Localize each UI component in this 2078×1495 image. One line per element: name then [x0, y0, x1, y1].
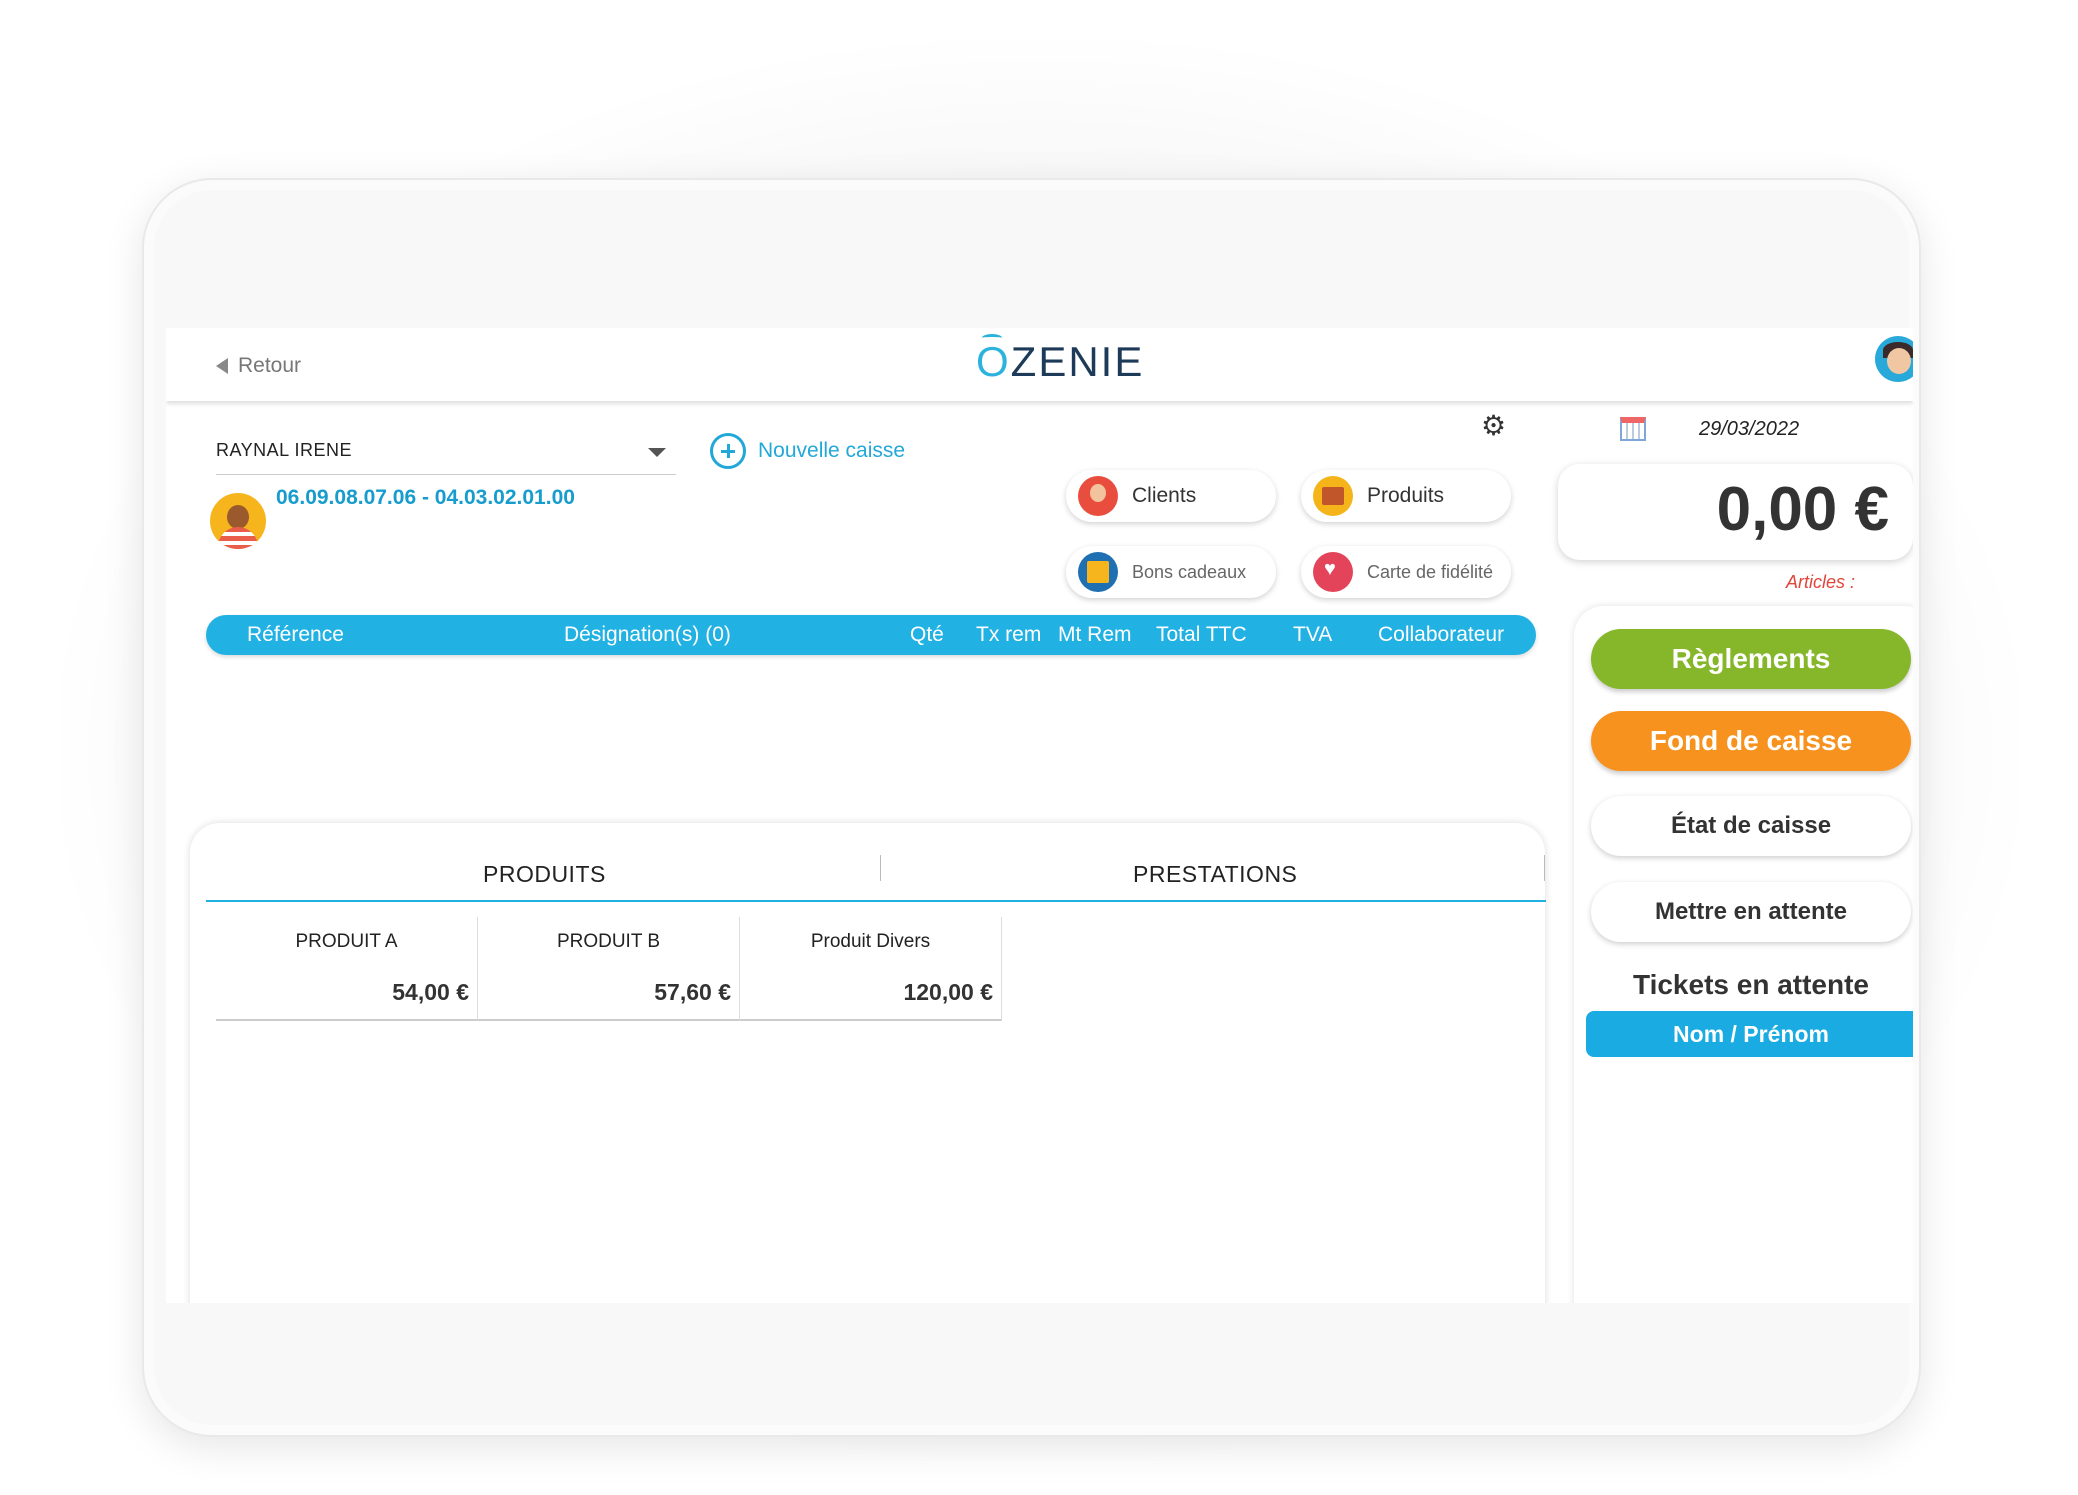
bons-cadeaux-button[interactable]: Bons cadeaux [1066, 546, 1276, 598]
col-total-ttc: Total TTC [1156, 623, 1247, 646]
app-screen: Retour OZENIE RAYNAL IRENE 06.09.08.07.0… [166, 328, 1913, 1303]
product-card[interactable]: Produit Divers 120,00 € [740, 917, 1002, 1021]
col-tva: TVA [1293, 623, 1333, 646]
avatar-face [1887, 348, 1911, 374]
col-qte: Qté [910, 623, 944, 646]
tab-divider [1544, 855, 1545, 881]
etat-de-caisse-button[interactable]: État de caisse [1591, 796, 1911, 856]
nouvelle-caisse-button[interactable]: Nouvelle caisse [710, 433, 905, 469]
client-avatar [210, 493, 266, 549]
carte-fidelite-label: Carte de fidélité [1367, 561, 1494, 582]
product-price: 57,60 € [654, 979, 731, 1005]
col-designation: Désignation(s) (0) [564, 623, 731, 646]
tab-underline [206, 900, 1546, 902]
bons-cadeaux-icon [1078, 552, 1118, 592]
product-name: Produit Divers [810, 931, 931, 952]
gear-icon[interactable]: ⚙ [1481, 412, 1506, 440]
product-price: 120,00 € [903, 979, 993, 1005]
articles-count: Articles : [1786, 572, 1856, 592]
bons-cadeaux-label: Bons cadeaux [1132, 561, 1247, 582]
logo-o: O [976, 338, 1011, 385]
fond-de-caisse-button[interactable]: Fond de caisse [1591, 711, 1911, 771]
tab-produits[interactable]: PRODUITS [483, 861, 606, 888]
plus-circle-icon [710, 433, 746, 469]
catalog-panel: PRODUITS PRESTATIONS PRODUIT A 54,00 € P… [190, 823, 1546, 1303]
tab-divider [880, 855, 881, 881]
clients-button[interactable]: Clients [1066, 470, 1276, 522]
user-avatar-icon[interactable] [1875, 336, 1913, 382]
tickets-title: Tickets en attente [1632, 969, 1870, 1000]
logo-text: ZENIE [1010, 338, 1145, 385]
top-bar: Retour OZENIE [166, 328, 1913, 401]
app-logo: OZENIE [976, 338, 1144, 386]
sale-date: 29/03/2022 [1699, 418, 1800, 440]
tab-prestations[interactable]: PRESTATIONS [1133, 861, 1297, 888]
product-card[interactable]: PRODUIT A 54,00 € [216, 917, 478, 1021]
product-name: PRODUIT A [295, 931, 398, 952]
clients-label: Clients [1132, 484, 1197, 507]
back-arrow-icon [216, 358, 228, 374]
col-collaborateur: Collaborateur [1378, 623, 1505, 646]
col-mt-rem: Mt Rem [1058, 623, 1132, 646]
carte-fidelite-icon [1313, 552, 1353, 592]
client-avatar-body [218, 527, 258, 549]
client-name: RAYNAL IRENE [216, 440, 353, 460]
product-price: 54,00 € [392, 979, 469, 1005]
produits-label: Produits [1367, 484, 1445, 507]
tickets-column-header: Nom / Prénom [1586, 1011, 1913, 1057]
carte-fidelite-button[interactable]: Carte de fidélité [1301, 546, 1511, 598]
total-amount: 0,00 € [1716, 475, 1889, 544]
product-name: PRODUIT B [556, 931, 661, 952]
back-label: Retour [238, 354, 302, 377]
calendar-icon[interactable] [1620, 417, 1646, 441]
ticket-table-header: Référence Désignation(s) (0) Qté Tx rem … [206, 615, 1536, 655]
clients-icon [1078, 476, 1118, 516]
total-display: 0,00 € [1558, 464, 1913, 560]
client-dropdown[interactable]: RAYNAL IRENE [216, 440, 676, 475]
back-button[interactable]: Retour [216, 354, 301, 378]
col-reference: Référence [247, 623, 344, 646]
reglements-button[interactable]: Règlements [1591, 629, 1911, 689]
nouvelle-caisse-label: Nouvelle caisse [758, 439, 906, 462]
col-tx-rem: Tx rem [976, 623, 1042, 646]
mettre-en-attente-button[interactable]: Mettre en attente [1591, 882, 1911, 942]
product-card[interactable]: PRODUIT B 57,60 € [478, 917, 740, 1021]
client-avatar-face [227, 505, 249, 529]
produits-button[interactable]: Produits [1301, 470, 1511, 522]
chevron-down-icon [648, 448, 666, 457]
client-phone: 06.09.08.07.06 - 04.03.02.01.00 [276, 486, 575, 509]
produits-icon [1313, 476, 1353, 516]
